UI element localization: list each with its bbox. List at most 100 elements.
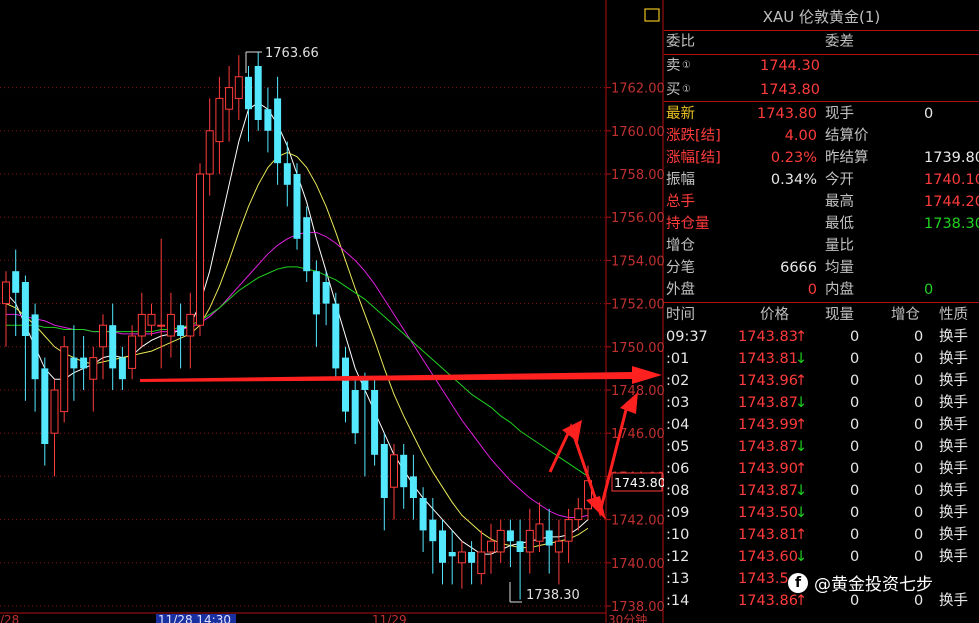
trade-price: 1743.87 (738, 439, 798, 455)
candle-body-up (487, 540, 495, 553)
candle-body-down (70, 357, 78, 369)
trade-time: :02 (666, 373, 690, 389)
trade-nature: 换手 (939, 483, 968, 499)
candle-body-down (332, 303, 340, 369)
trade-row[interactable]: :09 1743.50 ↓ 0 0 换手 (664, 502, 979, 524)
trade-row[interactable]: :08 1743.87 ↓ 0 0 换手 (664, 480, 979, 502)
trade-volume: 0 (850, 439, 860, 455)
candle-body-down (264, 109, 272, 131)
x-label: /28 (0, 613, 19, 623)
candle-body-down (439, 530, 446, 563)
candle-body-up (234, 76, 243, 99)
window-toggle-icon (644, 8, 660, 22)
trade-direction: ↑ (795, 373, 808, 389)
candle-body-up (477, 551, 486, 575)
trade-direction: ↓ (795, 351, 808, 367)
trade-nature: 换手 (939, 439, 968, 455)
candle-body-down (322, 282, 330, 304)
stat-value: 0 (924, 106, 934, 122)
trade-header: 价格 (760, 307, 789, 323)
candle-body-down (419, 498, 427, 531)
trade-price: 1743.81 (738, 351, 798, 367)
trade-nature: 换手 (939, 505, 968, 521)
trade-price: 1743.87 (738, 395, 798, 411)
trade-direction: ↓ (795, 395, 808, 411)
candle-body-down (21, 282, 29, 336)
stat-label: 现手 (825, 106, 854, 122)
y-tick-label: 1740.00 (611, 557, 665, 572)
candle-body-down (274, 98, 282, 164)
x-label: 11/29 (372, 613, 407, 623)
trade-direction: ↓ (795, 549, 808, 565)
trade-row[interactable]: :10 1743.81 ↑ 0 0 换手 (664, 524, 979, 546)
candle-body-down (177, 325, 185, 336)
candle-body-up (147, 313, 156, 326)
candle-body-down (409, 476, 417, 498)
order-ratio-row: 委比 委差 (664, 31, 979, 53)
candle-body-up (525, 529, 534, 553)
stat-label: 涨幅[结] (666, 150, 721, 166)
candle-body-down (429, 519, 437, 542)
candle-body-down (380, 444, 388, 498)
trade-increase: 0 (914, 417, 924, 433)
candle-body-down (41, 368, 49, 444)
stat-label: 涨跌[结] (666, 128, 721, 144)
wei-cha-label: 委差 (825, 34, 854, 50)
high-label: 1763.66 (265, 46, 319, 61)
trade-direction: ↓ (795, 439, 808, 455)
trade-price: 1743.99 (738, 417, 798, 433)
stat-label: 振幅 (666, 172, 695, 188)
candle-body-up (89, 357, 98, 380)
trade-row[interactable]: 09:37 1743.83 ↑ 0 0 换手 (664, 326, 979, 348)
trade-price: 1743.90 (738, 461, 798, 477)
candle-body-up (554, 540, 563, 553)
trade-row[interactable]: :01 1743.81 ↓ 0 0 换手 (664, 348, 979, 370)
trade-time: :04 (666, 417, 690, 433)
trade-price: 1743.96 (738, 373, 798, 389)
trade-row[interactable]: :04 1743.99 ↑ 0 0 换手 (664, 414, 979, 436)
x-label: 11/28 14:30 (158, 613, 231, 623)
candle-body-down (109, 325, 117, 369)
stats-row: 涨跌[结] 4.00 结算价 (664, 125, 979, 147)
trade-row[interactable]: :03 1743.87 ↓ 0 0 换手 (664, 392, 979, 414)
trade-nature: 换手 (939, 593, 968, 609)
trade-row[interactable]: :05 1743.87 ↓ 0 0 换手 (664, 436, 979, 458)
candle-body-up (574, 508, 583, 521)
candle-body-down (400, 454, 408, 488)
stats-row: 总手 最高 1744.20 (664, 191, 979, 213)
trade-header: 性质 (939, 307, 968, 323)
trade-volume: 0 (850, 461, 860, 477)
trade-row[interactable]: :12 1743.60 ↓ 0 0 换手 (664, 546, 979, 568)
stat-label: 最高 (825, 194, 854, 210)
trade-time: :01 (666, 351, 690, 367)
y-tick-label: 1750.00 (611, 341, 665, 356)
candle-body-down (118, 357, 126, 380)
trade-time: :09 (666, 505, 690, 521)
trade-time: :12 (666, 549, 690, 565)
y-tick-label: 1748.00 (611, 384, 665, 399)
trade-volume: 0 (850, 549, 860, 565)
wei-bi-label: 委比 (666, 34, 695, 50)
trade-row[interactable]: :02 1743.96 ↑ 0 0 换手 (664, 370, 979, 392)
candle-body-down (283, 163, 291, 185)
x-label: 30分钟 (608, 612, 647, 623)
sell-row: 卖 ① 1744.30 (664, 55, 979, 77)
y-tick-label: 1762.00 (611, 82, 665, 97)
candle-body-down (80, 357, 88, 369)
candle-body-down (516, 541, 524, 552)
trade-increase: 0 (914, 549, 924, 565)
stats-row: 涨幅[结] 0.23% 昨结算 1739.80 (664, 147, 979, 169)
candle-body-up (564, 519, 573, 542)
trade-row[interactable]: :06 1743.90 ↑ 0 0 换手 (664, 458, 979, 480)
stat-label: 内盘 (825, 282, 854, 298)
buy-label: 买 (666, 82, 681, 98)
trade-time: :06 (666, 461, 690, 477)
stat-label: 今开 (825, 172, 854, 188)
watermark: f @黄金投资七步 (788, 570, 933, 595)
stat-label: 最新 (666, 106, 695, 122)
trade-header-row: 时间 价格 现量 增仓 性质 (664, 304, 979, 326)
trade-time: :08 (666, 483, 690, 499)
candle-body-down (254, 66, 262, 120)
stats-row: 分笔 6666 均量 (664, 257, 979, 279)
trade-increase: 0 (914, 483, 924, 499)
